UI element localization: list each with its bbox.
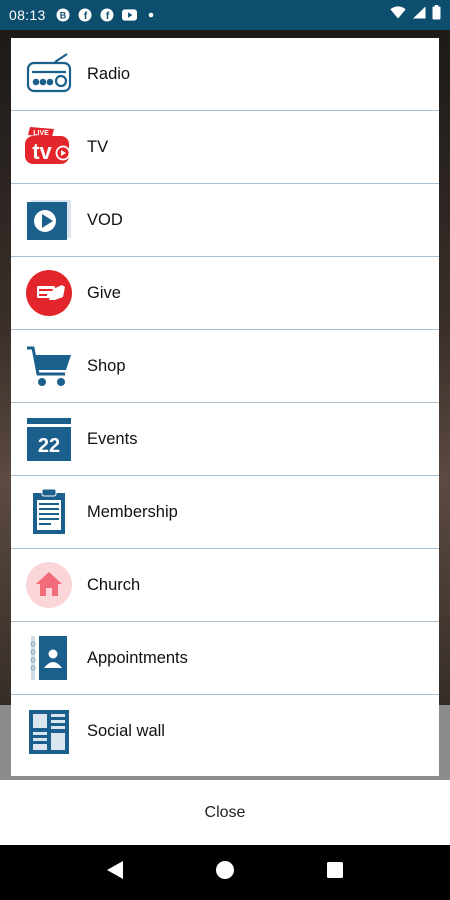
- notification-b-icon: B: [56, 8, 71, 23]
- menu-item-label: Appointments: [87, 648, 188, 667]
- menu-item-tv[interactable]: LIVE tv TV: [11, 111, 439, 184]
- menu-item-membership[interactable]: Membership: [11, 476, 439, 549]
- give-icon: [24, 268, 74, 318]
- menu-panel: Radio LIVE tv TV VOD Give Shop 22 Events…: [11, 38, 439, 776]
- menu-item-label: Events: [87, 429, 138, 448]
- close-button[interactable]: Close: [0, 780, 450, 845]
- menu-item-vod[interactable]: VOD: [11, 184, 439, 257]
- close-label: Close: [204, 803, 246, 821]
- cart-icon: [24, 341, 74, 391]
- live-tv-icon-tv-text: tv: [32, 139, 52, 164]
- facebook-icon: f: [100, 8, 115, 23]
- church-icon: [24, 560, 74, 610]
- status-icons: [390, 5, 441, 25]
- svg-text:B: B: [60, 11, 67, 21]
- facebook-icon: f: [78, 8, 93, 23]
- vod-icon: [24, 195, 74, 245]
- menu-item-label: VOD: [87, 210, 123, 229]
- live-tv-icon: LIVE tv: [24, 122, 74, 172]
- menu-item-label: Church: [87, 575, 141, 594]
- live-tv-icon-live-text: LIVE: [33, 130, 49, 137]
- calendar-icon: 22: [24, 414, 74, 464]
- menu-item-label: Radio: [87, 64, 131, 83]
- menu-item-appointments[interactable]: Appointments: [11, 622, 439, 695]
- status-bar: 08:13 B f f: [0, 0, 450, 30]
- menu-item-label: Membership: [87, 502, 178, 521]
- menu-item-label: Social wall: [87, 722, 165, 740]
- radio-icon: [24, 49, 74, 99]
- calendar-icon-day: 22: [38, 435, 60, 457]
- menu-item-church[interactable]: Church: [11, 549, 439, 622]
- home-icon[interactable]: [215, 860, 235, 885]
- wifi-icon: [390, 6, 406, 24]
- clipboard-icon: [24, 487, 74, 537]
- youtube-icon: [121, 8, 137, 23]
- menu-item-shop[interactable]: Shop: [11, 330, 439, 403]
- battery-icon: [432, 5, 441, 25]
- menu-item-label: Shop: [87, 356, 126, 375]
- menu-item-give[interactable]: Give: [11, 257, 439, 330]
- contact-book-icon: [24, 633, 74, 683]
- status-time: 08:13: [9, 7, 46, 23]
- menu-item-label: TV: [87, 137, 109, 156]
- dot-icon: [144, 8, 159, 23]
- menu-item-social-wall[interactable]: Social wall: [11, 695, 439, 768]
- menu-item-events[interactable]: 22 Events: [11, 403, 439, 476]
- menu-item-label: Give: [87, 283, 121, 302]
- signal-icon: [412, 6, 426, 24]
- back-icon[interactable]: [106, 860, 124, 885]
- social-wall-icon: [24, 707, 74, 757]
- recents-icon[interactable]: [326, 861, 344, 884]
- system-nav-bar: [0, 845, 450, 900]
- menu-item-radio[interactable]: Radio: [11, 38, 439, 111]
